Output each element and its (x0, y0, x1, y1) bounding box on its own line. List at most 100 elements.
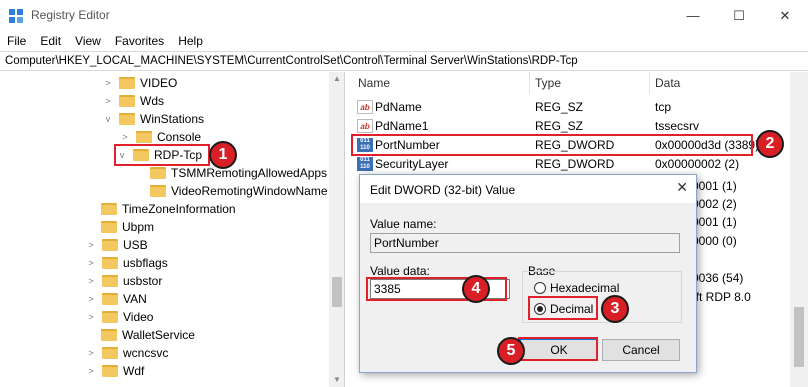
values-scrollbar[interactable] (790, 72, 808, 387)
menu-help[interactable]: Help (171, 34, 210, 48)
value-data: tcp (655, 100, 672, 114)
menu-favorites[interactable]: Favorites (108, 34, 171, 48)
radio-off-icon[interactable] (534, 282, 546, 294)
menu-file[interactable]: File (0, 34, 33, 48)
value-type: REG_DWORD (535, 157, 615, 171)
window-title: Registry Editor (31, 8, 110, 22)
tree-item-label: VideoRemotingWindowName (171, 184, 328, 198)
column-header-data[interactable]: Data (655, 76, 680, 90)
column-header-type[interactable]: Type (535, 76, 561, 90)
folder-icon (150, 185, 166, 197)
scroll-up-arrow-icon[interactable]: ▲ (329, 72, 344, 86)
maximize-button[interactable]: ☐ (716, 0, 762, 31)
value-data-label: Value data: (370, 264, 430, 278)
tree-item-label: WalletService (122, 328, 195, 342)
tree-item-label: Video (123, 310, 154, 324)
tree-item-usb[interactable]: > USB (85, 236, 147, 254)
value-data: tssecsrv (655, 119, 700, 133)
string-value-icon: ab (357, 119, 373, 133)
folder-icon (102, 365, 118, 377)
tree-item-ubpm[interactable]: Ubpm (101, 218, 154, 236)
folder-icon (102, 239, 118, 251)
value-name-field: PortNumber (370, 233, 680, 253)
value-row-pdname[interactable]: ab PdName REG_SZ tcp (349, 98, 789, 116)
tree-item-label: TSMMRemotingAllowedApps (171, 166, 328, 180)
scroll-down-arrow-icon[interactable]: ▼ (329, 373, 344, 387)
tree-item-timezoneinformation[interactable]: TimeZoneInformation (101, 200, 236, 218)
dialog-title-bar: Edit DWORD (32-bit) Value ✕ (360, 175, 696, 203)
folder-icon (101, 203, 117, 215)
column-header-name[interactable]: Name (358, 76, 390, 90)
chevron-right-icon[interactable]: > (85, 258, 97, 268)
string-value-icon: ab (357, 100, 373, 114)
folder-icon (101, 329, 117, 341)
tree-scroll-thumb[interactable] (332, 277, 342, 307)
highlight-decimal (528, 296, 598, 320)
chevron-right-icon[interactable]: > (102, 78, 114, 88)
highlight-rdp-tcp (114, 144, 210, 166)
tree-item-wdf[interactable]: > Wdf (85, 362, 144, 380)
folder-icon (102, 311, 118, 323)
tree-item-tsmmremotingallowedapps[interactable]: TSMMRemotingAllowedApps (150, 164, 327, 182)
chevron-right-icon[interactable]: > (102, 96, 114, 106)
tree-item-usbstor[interactable]: > usbstor (85, 272, 162, 290)
tree-item-label: wcncsvc (123, 346, 169, 360)
tree-item-walletservice[interactable]: WalletService (101, 326, 195, 344)
values-scroll-thumb[interactable] (794, 307, 804, 367)
address-bar[interactable]: Computer\HKEY_LOCAL_MACHINE\SYSTEM\Curre… (0, 51, 808, 71)
value-data: 0036 (54) (692, 271, 744, 285)
radio-hexadecimal[interactable]: Hexadecimal (534, 281, 619, 295)
value-type: REG_SZ (535, 100, 584, 114)
chevron-right-icon[interactable]: > (85, 294, 97, 304)
folder-icon (102, 257, 118, 269)
value-name-label: Value name: (370, 217, 437, 231)
folder-icon (101, 221, 117, 233)
chevron-down-icon[interactable]: v (102, 114, 114, 124)
folder-icon (136, 131, 152, 143)
highlight-portnumber (351, 134, 753, 156)
tree-item-videoremotingwindowname[interactable]: VideoRemotingWindowName (150, 182, 328, 200)
minimize-button[interactable]: — (670, 0, 716, 31)
tree-item-video[interactable]: > VIDEO (102, 74, 177, 92)
menu-edit[interactable]: Edit (33, 34, 68, 48)
value-row-securitylayer[interactable]: 011 110 SecurityLayer REG_DWORD 0x000000… (349, 155, 789, 173)
chevron-right-icon[interactable]: > (85, 366, 97, 376)
value-data: 0x00000002 (2) (655, 157, 740, 171)
tree-item-usbflags[interactable]: > usbflags (85, 254, 167, 272)
tree-item-winstations[interactable]: v WinStations (102, 110, 204, 128)
registry-editor-icon (9, 9, 23, 23)
close-button[interactable]: ✕ (762, 0, 808, 31)
value-data: 0002 (2) (692, 197, 737, 211)
folder-open-icon (119, 113, 135, 125)
folder-icon (102, 275, 118, 287)
dialog-close-icon[interactable]: ✕ (676, 179, 688, 196)
value-data: 0001 (1) (692, 179, 737, 193)
tree-item-label: usbstor (123, 274, 163, 288)
step-badge-3: 3 (601, 295, 629, 323)
chevron-right-icon[interactable]: > (85, 348, 97, 358)
folder-icon (150, 167, 166, 179)
step-badge-1: 1 (209, 141, 237, 169)
chevron-right-icon[interactable]: > (85, 240, 97, 250)
menu-bar: File Edit View Favorites Help (0, 31, 808, 51)
tree-item-video-2[interactable]: > Video (85, 308, 153, 326)
folder-icon (102, 293, 118, 305)
value-row-pdname1[interactable]: ab PdName1 REG_SZ tssecsrv (349, 117, 789, 135)
tree-scrollbar[interactable]: ▲ ▼ (329, 72, 344, 387)
tree-item-label: Console (157, 130, 202, 144)
column-separator[interactable] (529, 72, 530, 94)
highlight-ok-button (518, 337, 598, 361)
tree-item-label: Wdf (123, 364, 145, 378)
cancel-button[interactable]: Cancel (602, 339, 680, 361)
tree-pane: > VIDEO > Wds v WinStations > Console v … (0, 72, 345, 387)
menu-view[interactable]: View (68, 34, 108, 48)
tree-item-wcncsvc[interactable]: > wcncsvc (85, 344, 168, 362)
step-badge-4: 4 (462, 275, 490, 303)
tree-item-wds[interactable]: > Wds (102, 92, 164, 110)
column-separator[interactable] (649, 72, 650, 94)
value-name: PdName (375, 100, 422, 114)
chevron-right-icon[interactable]: > (85, 312, 97, 322)
chevron-right-icon[interactable]: > (85, 276, 97, 286)
chevron-right-icon[interactable]: > (119, 132, 131, 142)
tree-item-van[interactable]: > VAN (85, 290, 146, 308)
